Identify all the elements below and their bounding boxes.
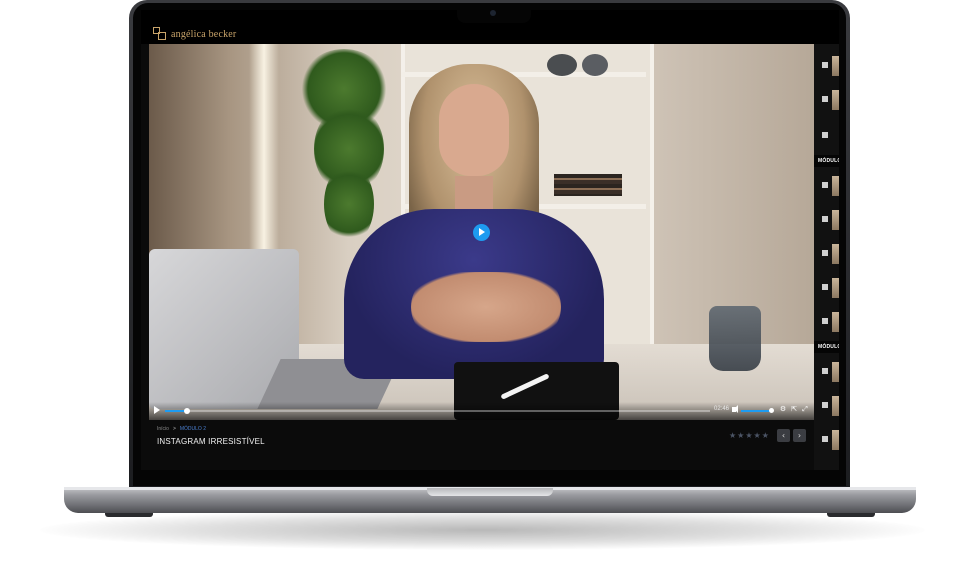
- lesson-info: Início > MÓDULO 2 INSTAGRAM IRRESISTÍVEL ★…: [141, 420, 814, 470]
- breadcrumb: Início > MÓDULO 2: [157, 426, 206, 432]
- checkbox-icon: [822, 368, 828, 374]
- sidebar-lesson-item[interactable]: [814, 428, 839, 452]
- previous-lesson-button[interactable]: ‹: [777, 429, 790, 442]
- checkbox-icon: [822, 216, 828, 222]
- next-lesson-button[interactable]: ›: [793, 429, 806, 442]
- laptop-shadow: [40, 510, 925, 550]
- lesson-sidebar: MÓDULO MÓDULO: [814, 44, 839, 470]
- sidebar-lesson-item[interactable]: [814, 88, 839, 112]
- center-play-button[interactable]: [473, 224, 490, 241]
- checkbox-icon: [822, 250, 828, 256]
- checkbox-icon: [822, 402, 828, 408]
- lesson-thumbnail: [832, 430, 839, 450]
- chevron-right-icon: >: [172, 426, 176, 432]
- sidebar-lesson-item[interactable]: [814, 124, 839, 148]
- sidebar-lesson-item[interactable]: [814, 208, 839, 232]
- sidebar-module-header[interactable]: MÓDULO: [814, 155, 839, 167]
- laptop-opening-lip: [427, 488, 553, 496]
- checkbox-icon: [822, 62, 828, 68]
- lesson-thumbnail: [832, 210, 839, 230]
- progress-bar[interactable]: [165, 408, 710, 414]
- lesson-thumbnail: [832, 90, 839, 110]
- player-controls: 02:46 ⚙ ⇱ ⤢: [149, 402, 814, 420]
- sidebar-lesson-item[interactable]: [814, 276, 839, 300]
- volume-fill: [741, 410, 772, 412]
- lesson-thumbnail: [832, 278, 839, 298]
- settings-gear-icon[interactable]: ⚙: [779, 405, 787, 413]
- lesson-thumbnail: [832, 312, 839, 332]
- volume-knob[interactable]: [769, 408, 775, 413]
- breadcrumb-home[interactable]: Início: [157, 426, 169, 432]
- laptop-foot-left: [105, 513, 153, 517]
- sidebar-lesson-item[interactable]: [814, 174, 839, 198]
- checkbox-icon: [822, 318, 828, 324]
- sidebar-lesson-item[interactable]: [814, 394, 839, 418]
- checkbox-icon: [822, 132, 828, 138]
- app-screen: angélica becker 02:46 ⚙ ⇱ ⤢ Início > MÓD…: [141, 10, 839, 470]
- video-player[interactable]: [149, 44, 814, 420]
- lesson-title: INSTAGRAM IRRESISTÍVEL: [157, 437, 265, 446]
- sidebar-lesson-item[interactable]: [814, 54, 839, 78]
- current-time: 02:46: [714, 406, 730, 412]
- fullscreen-icon[interactable]: ⤢: [801, 405, 809, 413]
- checkbox-icon: [822, 182, 828, 188]
- brand-logo-text[interactable]: angélica becker: [171, 29, 236, 40]
- sidebar-lesson-item[interactable]: [814, 242, 839, 266]
- checkbox-icon: [822, 96, 828, 102]
- laptop-foot-right: [827, 513, 875, 517]
- sidebar-lesson-item[interactable]: [814, 310, 839, 334]
- volume-icon[interactable]: [732, 405, 738, 413]
- lesson-thumbnail: [832, 176, 839, 196]
- lesson-thumbnail: [832, 362, 839, 382]
- camera-icon: [490, 10, 496, 16]
- sidebar-lesson-item[interactable]: [814, 360, 839, 384]
- play-icon[interactable]: [154, 406, 160, 414]
- rating-stars[interactable]: ★★★★★: [729, 431, 770, 440]
- video-scene: [249, 44, 279, 274]
- lesson-thumbnail: [832, 56, 839, 76]
- screen-bottom-bezel: [133, 470, 846, 486]
- popout-icon[interactable]: ⇱: [790, 405, 798, 413]
- breadcrumb-current[interactable]: MÓDULO 2: [180, 426, 206, 432]
- brand-logo-icon: [153, 27, 166, 40]
- sidebar-module-header[interactable]: MÓDULO: [814, 341, 839, 353]
- volume-slider[interactable]: [741, 408, 775, 413]
- checkbox-icon: [822, 436, 828, 442]
- lesson-thumbnail: [832, 244, 839, 264]
- lesson-thumbnail: [832, 396, 839, 416]
- checkbox-icon: [822, 284, 828, 290]
- progress-knob[interactable]: [183, 408, 190, 414]
